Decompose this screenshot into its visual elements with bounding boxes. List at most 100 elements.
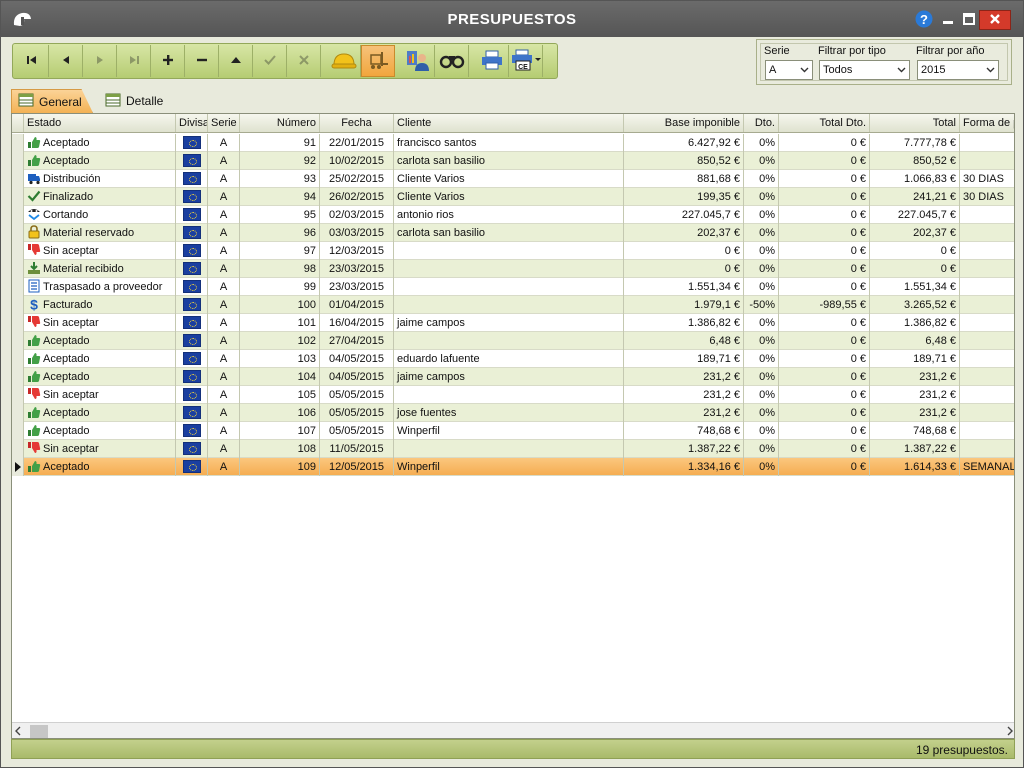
cell-numero[interactable]: 94 [240,188,320,206]
cancel-edit-button[interactable] [287,45,321,77]
cell-divisa[interactable] [176,332,208,350]
cell-estado[interactable]: Sin aceptar [24,314,176,332]
cell-serie[interactable]: A [208,242,240,260]
cell-serie[interactable]: A [208,224,240,242]
cell-serie[interactable]: A [208,134,240,152]
cell-base[interactable]: 850,52 € [624,152,744,170]
cell-total-dto[interactable]: 0 € [779,386,870,404]
cell-fecha[interactable]: 26/02/2015 [320,188,394,206]
table-row[interactable]: Distribución A 93 25/02/2015 Cliente Varios 8… [12,170,1014,188]
cell-forma[interactable] [960,350,1014,368]
add-button[interactable] [151,45,185,77]
cell-base[interactable]: 227.045,7 € [624,206,744,224]
scroll-right-icon[interactable] [1006,726,1014,738]
cell-divisa[interactable] [176,206,208,224]
next-record-button[interactable] [83,45,117,77]
cell-cliente[interactable]: carlota san basilio [394,224,624,242]
cell-serie[interactable]: A [208,458,240,476]
cell-total[interactable]: 227.045,7 € [870,206,960,224]
table-row[interactable]: Sin aceptar A 108 11/05/2015 1.387,22 €0% 0 €… [12,440,1014,458]
forklift-button[interactable] [361,45,395,77]
cell-serie[interactable]: A [208,422,240,440]
table-row[interactable]: Aceptado A 106 05/05/2015 jose fuentes 231,2 … [12,404,1014,422]
cell-numero[interactable]: 108 [240,440,320,458]
cell-serie[interactable]: A [208,368,240,386]
cell-dto[interactable]: 0% [744,242,779,260]
cell-divisa[interactable] [176,296,208,314]
row-indicator[interactable] [12,188,24,206]
col-header-total[interactable]: Total [870,114,960,132]
col-header-serie[interactable]: Serie [208,114,240,132]
cell-divisa[interactable] [176,170,208,188]
col-header-dto[interactable]: Dto. [744,114,779,132]
cell-base[interactable]: 748,68 € [624,422,744,440]
col-header-estado[interactable]: Estado [24,114,176,132]
cell-fecha[interactable]: 01/04/2015 [320,296,394,314]
cell-divisa[interactable] [176,188,208,206]
cell-total[interactable]: 1.386,82 € [870,314,960,332]
row-indicator[interactable] [12,350,24,368]
cell-base[interactable]: 0 € [624,260,744,278]
cell-numero[interactable]: 95 [240,206,320,224]
help-button[interactable]: ? [912,10,936,30]
cell-base[interactable]: 231,2 € [624,404,744,422]
cell-base[interactable]: 231,2 € [624,386,744,404]
horizontal-scrollbar[interactable] [12,722,1014,738]
cell-serie[interactable]: A [208,170,240,188]
cell-total[interactable]: 1.066,83 € [870,170,960,188]
cell-numero[interactable]: 107 [240,422,320,440]
cell-cliente[interactable]: Winperfil [394,422,624,440]
cell-forma[interactable] [960,440,1014,458]
cell-fecha[interactable]: 23/03/2015 [320,278,394,296]
table-row[interactable]: Sin aceptar A 97 12/03/2015 0 €0% 0 €0 € [12,242,1014,260]
cell-estado[interactable]: Aceptado [24,404,176,422]
cell-serie[interactable]: A [208,260,240,278]
cell-total[interactable]: 1.551,34 € [870,278,960,296]
cell-divisa[interactable] [176,386,208,404]
cell-total[interactable]: 3.265,52 € [870,296,960,314]
cell-total[interactable]: 0 € [870,242,960,260]
cell-total-dto[interactable]: 0 € [779,152,870,170]
cell-total-dto[interactable]: 0 € [779,134,870,152]
cell-estado[interactable]: Aceptado [24,134,176,152]
cell-fecha[interactable]: 05/05/2015 [320,386,394,404]
remove-button[interactable] [185,45,219,77]
cell-total-dto[interactable]: 0 € [779,278,870,296]
cell-numero[interactable]: 92 [240,152,320,170]
cell-dto[interactable]: 0% [744,350,779,368]
row-indicator[interactable] [12,440,24,458]
cell-total[interactable]: 0 € [870,260,960,278]
cell-fecha[interactable]: 05/05/2015 [320,422,394,440]
row-indicator[interactable] [12,278,24,296]
table-row[interactable]: Material recibido A 98 23/03/2015 0 €0% 0 €0 … [12,260,1014,278]
row-indicator[interactable] [12,260,24,278]
cell-divisa[interactable] [176,422,208,440]
cell-estado[interactable]: Aceptado [24,350,176,368]
assign-user-button[interactable] [401,45,435,77]
tab-detalle[interactable]: Detalle [99,89,179,113]
cell-serie[interactable]: A [208,350,240,368]
cell-cliente[interactable] [394,332,624,350]
cell-serie[interactable]: A [208,386,240,404]
cell-cliente[interactable]: carlota san basilio [394,152,624,170]
cell-numero[interactable]: 106 [240,404,320,422]
cell-numero[interactable]: 96 [240,224,320,242]
table-row[interactable]: Aceptado A 92 10/02/2015 carlota san basilio… [12,152,1014,170]
cell-dto[interactable]: 0% [744,206,779,224]
col-header-fecha[interactable]: Fecha [320,114,394,132]
cell-estado[interactable]: Sin aceptar [24,386,176,404]
cell-cliente[interactable] [394,440,624,458]
cell-serie[interactable]: A [208,206,240,224]
table-row[interactable]: Traspasado a proveedor A 99 23/03/2015 1.551… [12,278,1014,296]
cell-numero[interactable]: 103 [240,350,320,368]
cell-estado[interactable]: Aceptado [24,458,176,476]
row-indicator[interactable] [12,404,24,422]
row-indicator[interactable] [12,170,24,188]
cell-forma[interactable] [960,404,1014,422]
cell-forma[interactable] [960,332,1014,350]
cell-dto[interactable]: 0% [744,440,779,458]
cell-forma[interactable] [960,134,1014,152]
cell-fecha[interactable]: 04/05/2015 [320,368,394,386]
cell-numero[interactable]: 105 [240,386,320,404]
title-bar[interactable]: PRESUPUESTOS ? [1,1,1023,37]
